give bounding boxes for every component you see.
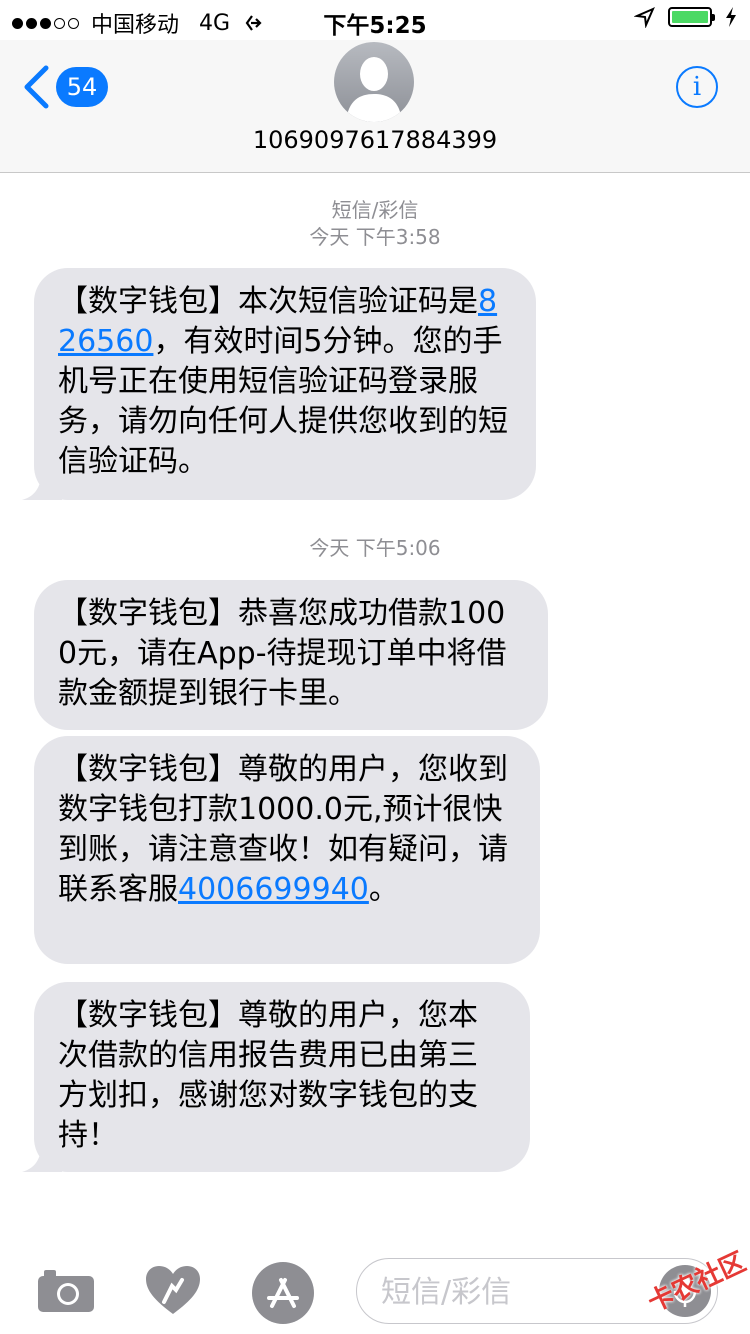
contact-number[interactable]: 1069097617884399 [0,126,750,154]
charging-bolt-icon [726,7,736,27]
info-button[interactable]: i [676,66,718,108]
conversation-header: 54 1069097617884399 i [0,40,750,173]
service-label: 短信/彩信 [331,198,419,222]
message-bubble[interactable]: 【数字钱包】尊敬的用户，您收到数字钱包打款1000.0元,预计很快到账，请注意查… [34,736,540,964]
message-text: 【数字钱包】本次短信验证码是826560，有效时间5分钟。您的手机号正在使用短信… [58,284,508,479]
battery-level [672,11,708,23]
message-text: 【数字钱包】恭喜您成功借款1000元，请在App-待提现订单中将借款金额提到银行… [58,596,507,711]
message-bubble[interactable]: 【数字钱包】恭喜您成功借款1000元，请在App-待提现订单中将借款金额提到银行… [34,580,548,730]
message-text: 【数字钱包】尊敬的用户，您收到数字钱包打款1000.0元,预计很快到账，请注意查… [58,752,508,907]
battery-icon [668,7,715,27]
camera-icon[interactable] [36,1266,96,1314]
location-arrow-icon [634,7,655,28]
bubble-tail [22,466,62,500]
info-icon: i [692,72,702,102]
message-toolbar [0,1250,750,1334]
status-right [634,6,738,28]
timestamp: 今天 下午5:06 [309,536,441,560]
digital-touch-icon[interactable] [144,1264,202,1316]
message-bubble[interactable]: 【数字钱包】尊敬的用户，您本次借款的信用报告费用已由第三方划扣，感谢您对数字钱包… [22,982,530,1172]
back-button[interactable]: 54 [22,65,108,109]
contact-avatar[interactable] [334,42,414,122]
person-silhouette-icon [346,57,402,122]
status-bar: 中国移动 4G 下午5:25 [0,0,750,40]
unread-count-badge: 54 [56,67,108,107]
app-store-icon[interactable] [250,1260,316,1326]
message-input[interactable] [379,1269,633,1315]
message-bubble[interactable]: 【数字钱包】本次短信验证码是826560，有效时间5分钟。您的手机号正在使用短信… [22,268,536,500]
timestamp: 今天 下午3:58 [309,225,441,249]
bubble-tail [22,1138,62,1172]
message-text: 【数字钱包】尊敬的用户，您本次借款的信用报告费用已由第三方划扣，感谢您对数字钱包… [58,998,478,1153]
phone-number-link[interactable]: 4006699940 [178,872,369,907]
chevron-left-icon [24,65,49,109]
